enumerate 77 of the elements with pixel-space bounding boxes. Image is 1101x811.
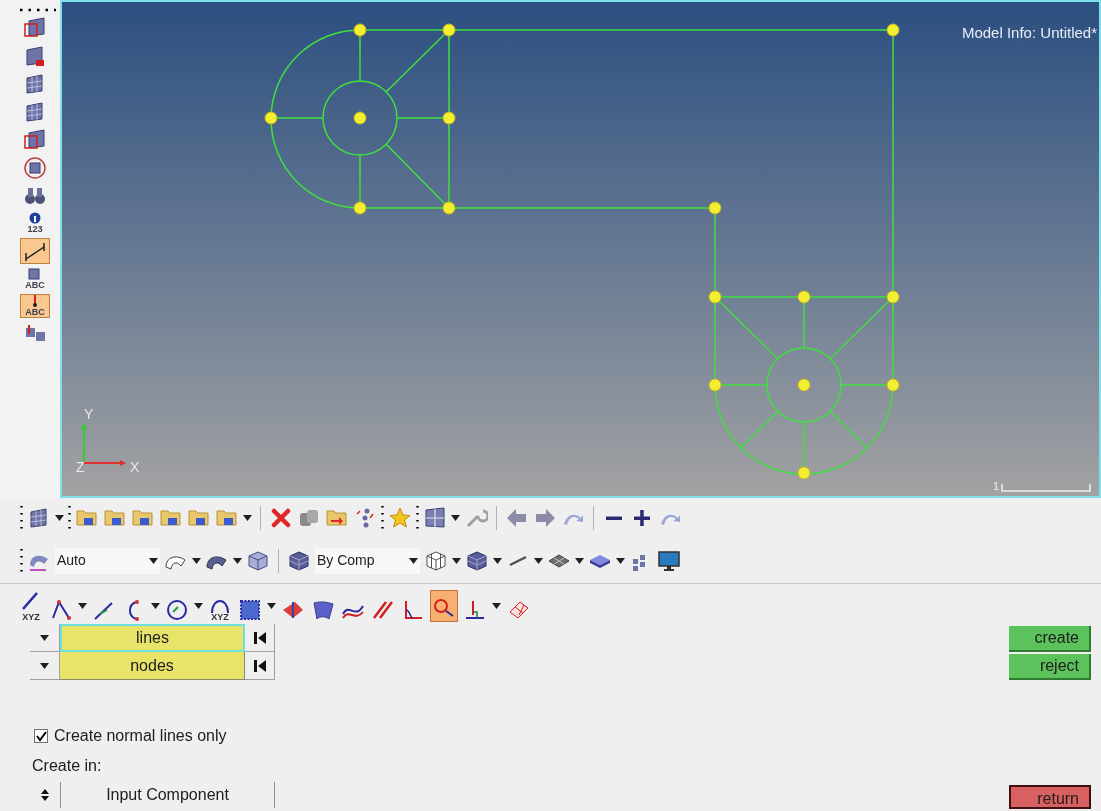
return-button[interactable]: return (1009, 785, 1091, 809)
caret-icon[interactable] (149, 557, 158, 564)
axis-label: X (130, 460, 140, 474)
switch-icon (41, 789, 49, 801)
create-button[interactable]: create (1009, 626, 1091, 652)
model-viewport[interactable]: Model Info: Untitled* Y Z X 1 (60, 0, 1101, 498)
entity-selector[interactable]: lines (60, 624, 245, 652)
toolbar-button[interactable] (20, 238, 50, 264)
icon-label: ABC (25, 280, 45, 290)
first-icon (253, 631, 266, 644)
grip-icon[interactable] (68, 505, 71, 531)
perpendicular-icon (463, 598, 487, 622)
checkbox[interactable] (34, 729, 48, 743)
caret-icon[interactable] (151, 603, 160, 609)
caret-icon[interactable] (575, 557, 584, 564)
first-icon (253, 659, 266, 672)
axis-label: Z (76, 460, 85, 474)
caret-icon[interactable] (40, 662, 49, 669)
circle-icon (165, 598, 189, 622)
tool-button[interactable]: XYZ (18, 590, 44, 622)
grid-arrow-icon (23, 44, 47, 68)
icon-label: ABC (25, 307, 45, 317)
frame-grid-icon (23, 128, 47, 152)
toolbar-button[interactable]: 123 (20, 212, 50, 234)
reset-icon-button[interactable] (245, 652, 275, 680)
mode-dropdown[interactable]: By Comp (315, 547, 420, 574)
caret-icon[interactable] (452, 557, 461, 564)
reset-icon-button[interactable] (245, 624, 275, 652)
grip-icon[interactable] (381, 505, 384, 531)
caret-icon[interactable] (233, 557, 242, 564)
monitor-icon[interactable] (657, 548, 681, 573)
arch-icon (208, 597, 232, 613)
grip-icon[interactable] (416, 505, 419, 531)
caret-icon[interactable] (243, 515, 252, 521)
caret-icon[interactable] (267, 603, 276, 609)
caret-icon[interactable] (616, 557, 625, 564)
icon-label: XYZ (211, 613, 229, 622)
dotted-rectangle-icon (238, 598, 262, 622)
create-in-label: Create in: (32, 756, 103, 776)
grip-icon[interactable] (20, 505, 23, 531)
scale-label: 1 (992, 481, 999, 492)
pin-icon (33, 295, 37, 307)
axis-label: Y (84, 407, 94, 421)
checkbox-label[interactable]: Create normal lines only (54, 724, 227, 748)
surface-icon (311, 598, 335, 622)
icon-label: XYZ (22, 613, 40, 622)
tool-button[interactable]: XYZ (207, 590, 233, 622)
reject-button[interactable]: reject (1009, 654, 1091, 680)
mode-dropdown[interactable]: Auto (55, 547, 160, 574)
caret-icon[interactable] (40, 634, 49, 641)
info-icon (29, 212, 41, 224)
caret-icon[interactable] (409, 557, 418, 564)
caret-icon[interactable] (78, 603, 87, 609)
entity-selector[interactable]: nodes (60, 652, 245, 680)
model-info-label: Model Info: Untitled* (961, 23, 1097, 43)
caret-icon[interactable] (534, 557, 543, 564)
caret-icon[interactable] (451, 515, 460, 521)
grip-icon[interactable] (20, 8, 56, 12)
right-arrow-icon[interactable] (533, 506, 557, 530)
toolbar-button[interactable]: ABC (20, 268, 50, 290)
frame-grid-icon (23, 16, 47, 40)
delete-icon[interactable] (269, 506, 293, 530)
star-icon[interactable] (388, 506, 412, 530)
caret-icon[interactable] (493, 557, 502, 564)
icon-label: 123 (27, 224, 43, 234)
caret-icon[interactable] (192, 557, 201, 564)
caret-icon[interactable] (55, 515, 64, 521)
dropdown-button[interactable] (30, 652, 60, 680)
caret-icon[interactable] (194, 603, 203, 609)
scale-bar-icon (1001, 484, 1091, 492)
check-icon (35, 730, 47, 742)
triangle-icon (49, 598, 73, 622)
circled-grid-icon (23, 156, 47, 180)
toolbar-button[interactable]: ABC (20, 294, 50, 318)
window-icon[interactable] (423, 506, 447, 530)
caret-icon[interactable] (492, 603, 501, 609)
grip-icon[interactable] (20, 547, 23, 574)
